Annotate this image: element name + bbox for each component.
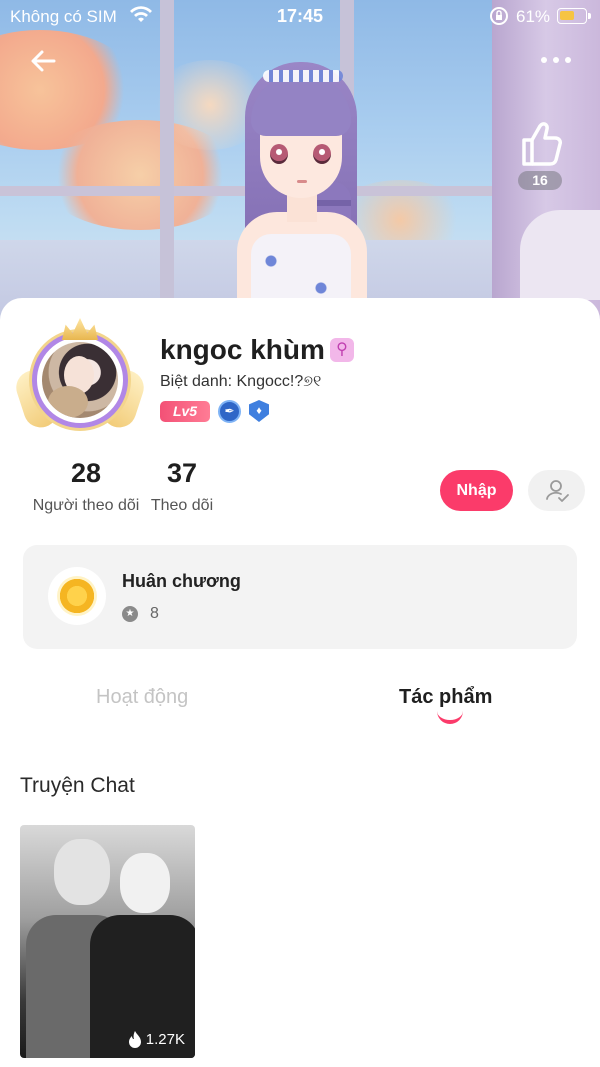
- user-check-icon: [546, 480, 569, 502]
- medal-title: Huân chương: [122, 571, 241, 591]
- medal-icon: [48, 567, 106, 625]
- rotation-lock-icon: [489, 6, 509, 31]
- tab-works[interactable]: Tác phẩm: [399, 686, 492, 709]
- ellipsis-icon: [541, 57, 571, 63]
- status-bar: Không có SIM 17:45 61%: [0, 0, 600, 34]
- avatar-photo: [42, 342, 118, 418]
- star-icon: ★: [122, 606, 138, 622]
- follow-button[interactable]: [528, 470, 585, 511]
- story-views: 1.27K: [127, 1030, 185, 1048]
- story-views-count: 1.27K: [145, 1030, 185, 1048]
- pen-badge-icon[interactable]: ✒: [218, 399, 241, 423]
- profile-cover-image: [0, 0, 600, 320]
- avatar[interactable]: [11, 318, 149, 436]
- badge-row: Lv5 ✒ ♦: [160, 399, 269, 423]
- battery-percent: 61%: [516, 7, 551, 26]
- username: kngoc khùm: [160, 334, 325, 365]
- section-title-chat-stories: Truyện Chat: [20, 774, 135, 797]
- nickname: Biệt danh: Kngocc!?୭୧: [160, 373, 322, 390]
- arrow-left-icon: [31, 50, 56, 72]
- active-tab-indicator: [437, 710, 463, 724]
- story-card[interactable]: 1.27K: [20, 825, 195, 1058]
- flame-icon: [128, 1031, 141, 1048]
- clock: 17:45: [276, 6, 324, 26]
- back-button[interactable]: [26, 46, 60, 76]
- like-button[interactable]: 16: [512, 118, 568, 194]
- like-count: 16: [518, 171, 562, 190]
- level-badge[interactable]: Lv5: [160, 400, 210, 422]
- crown-icon: [62, 318, 98, 340]
- following-count: 37: [166, 458, 198, 488]
- followers-stat[interactable]: 28 Người theo dõi: [28, 458, 144, 515]
- following-stat[interactable]: 37 Theo dõi: [148, 458, 216, 515]
- more-options-button[interactable]: [538, 50, 574, 70]
- avatar-character-figure: [215, 62, 385, 320]
- followers-count: 28: [70, 458, 102, 488]
- followers-label: Người theo dõi: [32, 497, 140, 514]
- medal-section[interactable]: Huân chương ★ 8: [23, 545, 577, 649]
- battery-icon: [557, 8, 591, 24]
- following-label: Theo dõi: [150, 497, 214, 514]
- profile-card: kngoc khùm ⚲ Biệt danh: Kngocc!?୭୧ Lv5 ✒…: [0, 298, 600, 1067]
- thumbs-up-icon: [522, 122, 562, 166]
- avatar-frame: [32, 332, 128, 428]
- join-button[interactable]: Nhập: [440, 470, 513, 511]
- shield-badge-icon[interactable]: ♦: [249, 400, 269, 422]
- gender-icon: ⚲: [330, 338, 354, 362]
- tab-activity[interactable]: Hoạt động: [96, 686, 188, 709]
- medal-count: 8: [150, 605, 159, 622]
